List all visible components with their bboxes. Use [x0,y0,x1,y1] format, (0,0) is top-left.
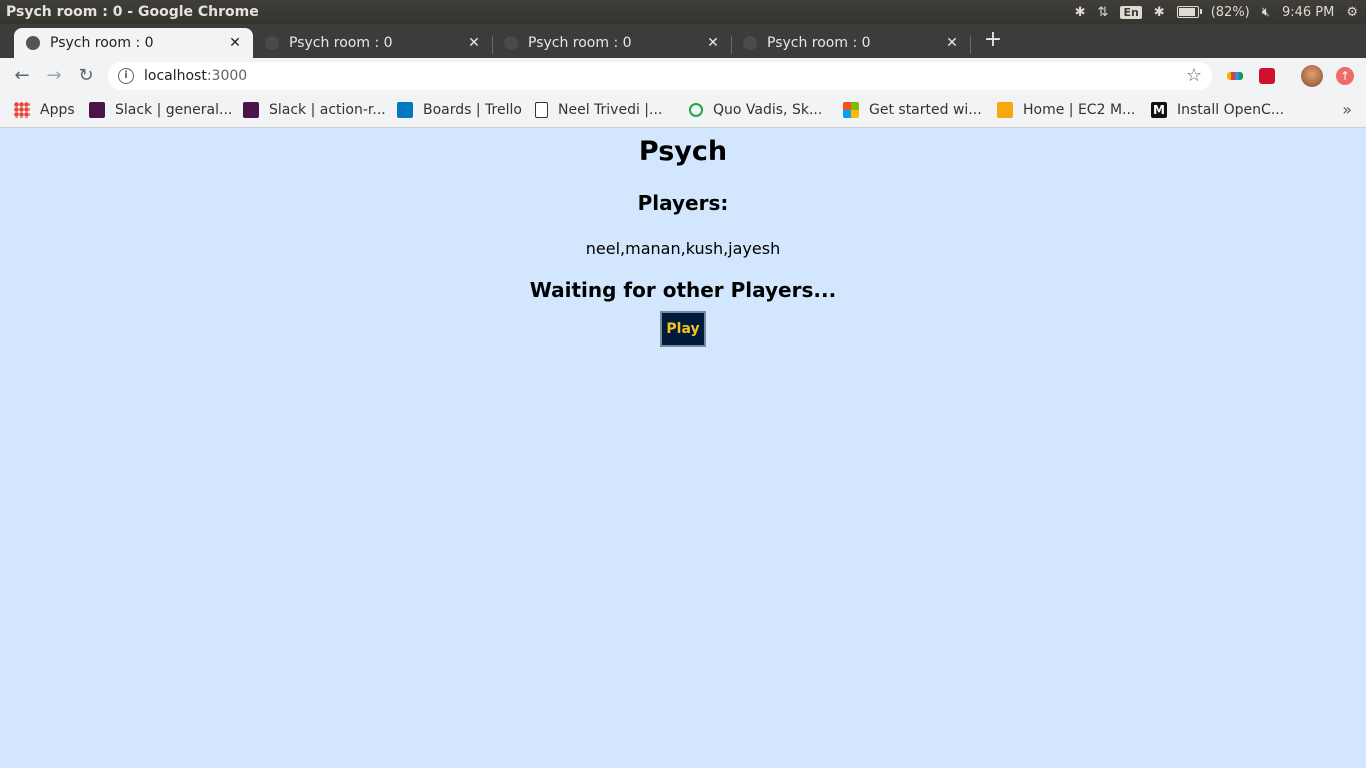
bookmark-slack-general[interactable]: Slack | general... [89,100,232,120]
bookmark-quo-vadis[interactable]: Quo Vadis, Sk... [689,100,822,120]
more-bookmarks-chevron-icon[interactable]: » [1342,100,1352,119]
site-info-icon[interactable]: i [118,68,134,84]
bluetooth-icon[interactable]: ✱ [1075,5,1086,20]
bookmarks-bar: Apps Slack | general... Slack | action-r… [0,94,1366,128]
slack-icon [243,102,259,118]
close-tab-icon[interactable]: ✕ [227,35,243,51]
battery-percentage: (82%) [1210,4,1250,20]
forward-arrow-icon[interactable]: → [42,64,66,88]
tab-label: Psych room : 0 [50,35,154,51]
bookmark-trello[interactable]: Boards | Trello [397,100,522,120]
extension-color-bars-icon[interactable] [1227,72,1243,80]
settings-gear-icon[interactable]: ⚙ [1346,5,1358,20]
tab-psych-room-2[interactable]: Psych room : 0 ✕ [253,28,492,58]
volume-muted-icon[interactable]: 🔇︎ [1262,5,1270,20]
extension-pushbullet-icon[interactable] [1259,68,1275,84]
extension-update-icon[interactable]: ↑ [1336,67,1354,85]
browser-tab-strip: Psych room : 0 ✕ Psych room : 0 ✕ Psych … [0,24,1366,58]
page-icon [535,102,548,118]
loading-icon [743,36,757,50]
bookmark-get-started[interactable]: Get started wi... [843,100,982,120]
players-list: neel,manan,kush,jayesh [585,239,781,258]
close-tab-icon[interactable]: ✕ [705,35,721,51]
profile-avatar[interactable] [1301,65,1323,87]
os-top-bar: Psych room : 0 - Google Chrome ✱ ⇅ En ✱ … [0,0,1366,24]
bookmark-label: Install OpenC... [1177,102,1285,118]
bookmark-label: Slack | action-r... [269,102,386,118]
clock[interactable]: 9:46 PM [1282,5,1334,20]
leaf-icon [689,103,703,117]
globe-icon [26,36,40,50]
loading-icon [265,36,279,50]
url-text[interactable]: localhost:3000 [144,68,247,84]
bookmark-slack-action[interactable]: Slack | action-r... [243,100,386,120]
bookmark-neel-trivedi[interactable]: Neel Trivedi |... [535,100,662,120]
bluetooth-status-icon[interactable]: ✱ [1154,5,1165,20]
bookmark-label: Quo Vadis, Sk... [713,102,823,118]
play-button[interactable]: Play [660,311,706,347]
url-host: localhost [144,68,207,84]
players-heading: Players: [637,191,729,215]
bookmark-label: Boards | Trello [423,102,522,118]
reload-icon[interactable]: ↻ [74,64,98,88]
tab-label: Psych room : 0 [289,35,393,51]
address-bar[interactable]: i localhost:3000 ☆ [108,62,1212,90]
close-tab-icon[interactable]: ✕ [944,35,960,51]
loading-icon [504,36,518,50]
tab-psych-room-3[interactable]: Psych room : 0 ✕ [492,28,731,58]
bookmark-ec2[interactable]: Home | EC2 M... [997,100,1135,120]
trello-icon [397,102,413,118]
bookmark-label: Apps [40,102,75,118]
waiting-status: Waiting for other Players... [529,278,837,302]
browser-toolbar: ← → ↻ i localhost:3000 ☆ ↑ [0,58,1366,94]
bookmark-label: Home | EC2 M... [1023,102,1136,118]
microsoft-icon [843,102,859,118]
close-tab-icon[interactable]: ✕ [466,35,482,51]
page-content: Psych Players: neel,manan,kush,jayesh Wa… [0,128,1366,768]
tab-label: Psych room : 0 [767,35,871,51]
bookmark-label: Get started wi... [869,102,982,118]
bookmark-apps[interactable]: Apps [14,100,75,120]
new-tab-plus-icon[interactable]: + [982,28,1004,52]
apps-grid-icon [14,102,30,118]
network-icon[interactable]: ⇅ [1098,5,1109,20]
keyboard-language-indicator[interactable]: En [1120,5,1142,19]
url-port: :3000 [206,68,248,84]
tab-psych-room-1[interactable]: Psych room : 0 ✕ [14,28,253,58]
bookmark-star-icon[interactable]: ☆ [1186,65,1202,86]
system-tray: ✱ ⇅ En ✱ (82%) 🔇︎ 9:46 PM ⚙ [1075,0,1358,24]
bookmark-label: Slack | general... [115,102,233,118]
page-title: Psych [638,136,728,167]
tab-label: Psych room : 0 [528,35,632,51]
window-title: Psych room : 0 - Google Chrome [6,4,259,20]
tab-separator [970,36,971,54]
back-arrow-icon[interactable]: ← [10,64,34,88]
bookmark-label: Neel Trivedi |... [558,102,663,118]
tab-psych-room-4[interactable]: Psych room : 0 ✕ [731,28,970,58]
aws-box-icon [997,102,1013,118]
medium-icon: M [1151,102,1167,118]
battery-icon[interactable] [1176,6,1202,18]
slack-icon [89,102,105,118]
bookmark-install-opencv[interactable]: M Install OpenC... [1151,100,1284,120]
